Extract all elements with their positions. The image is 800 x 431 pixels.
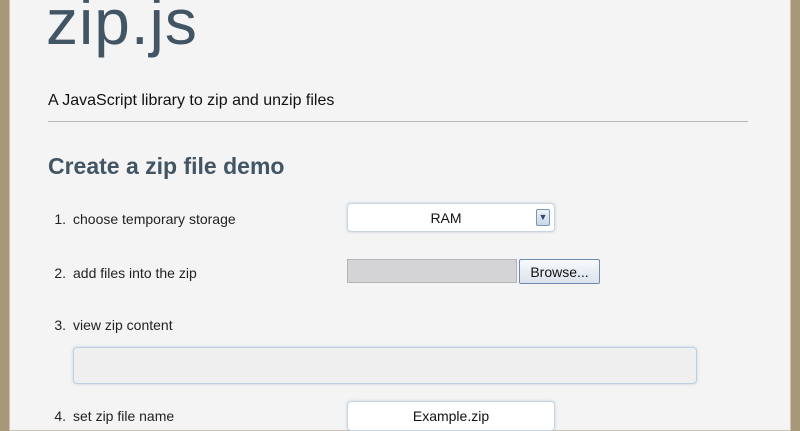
step-3-label: view zip content xyxy=(73,317,173,333)
file-path-field[interactable] xyxy=(347,259,517,283)
step-1-number: 1. xyxy=(54,211,66,227)
step-3-number: 3. xyxy=(54,317,66,333)
step-2-label: add files into the zip xyxy=(73,265,197,281)
zip-filename-input[interactable] xyxy=(347,401,555,431)
storage-select-value: RAM xyxy=(430,210,462,226)
step-4-number: 4. xyxy=(54,408,66,424)
browse-button[interactable]: Browse... xyxy=(519,259,600,284)
storage-select[interactable]: RAM ▼ xyxy=(347,203,555,232)
site-tagline: A JavaScript library to zip and unzip fi… xyxy=(48,92,335,109)
step-2-number: 2. xyxy=(54,265,66,281)
chevron-down-icon[interactable]: ▼ xyxy=(536,209,550,226)
site-title: zip.js xyxy=(46,0,198,58)
zip-content-list[interactable] xyxy=(73,347,697,384)
step-4-label: set zip file name xyxy=(73,408,175,424)
step-1-label: choose temporary storage xyxy=(73,211,236,227)
demo-section-title: Create a zip file demo xyxy=(48,153,285,179)
header-divider xyxy=(48,121,748,122)
page-container: zip.js A JavaScript library to zip and u… xyxy=(10,0,790,431)
